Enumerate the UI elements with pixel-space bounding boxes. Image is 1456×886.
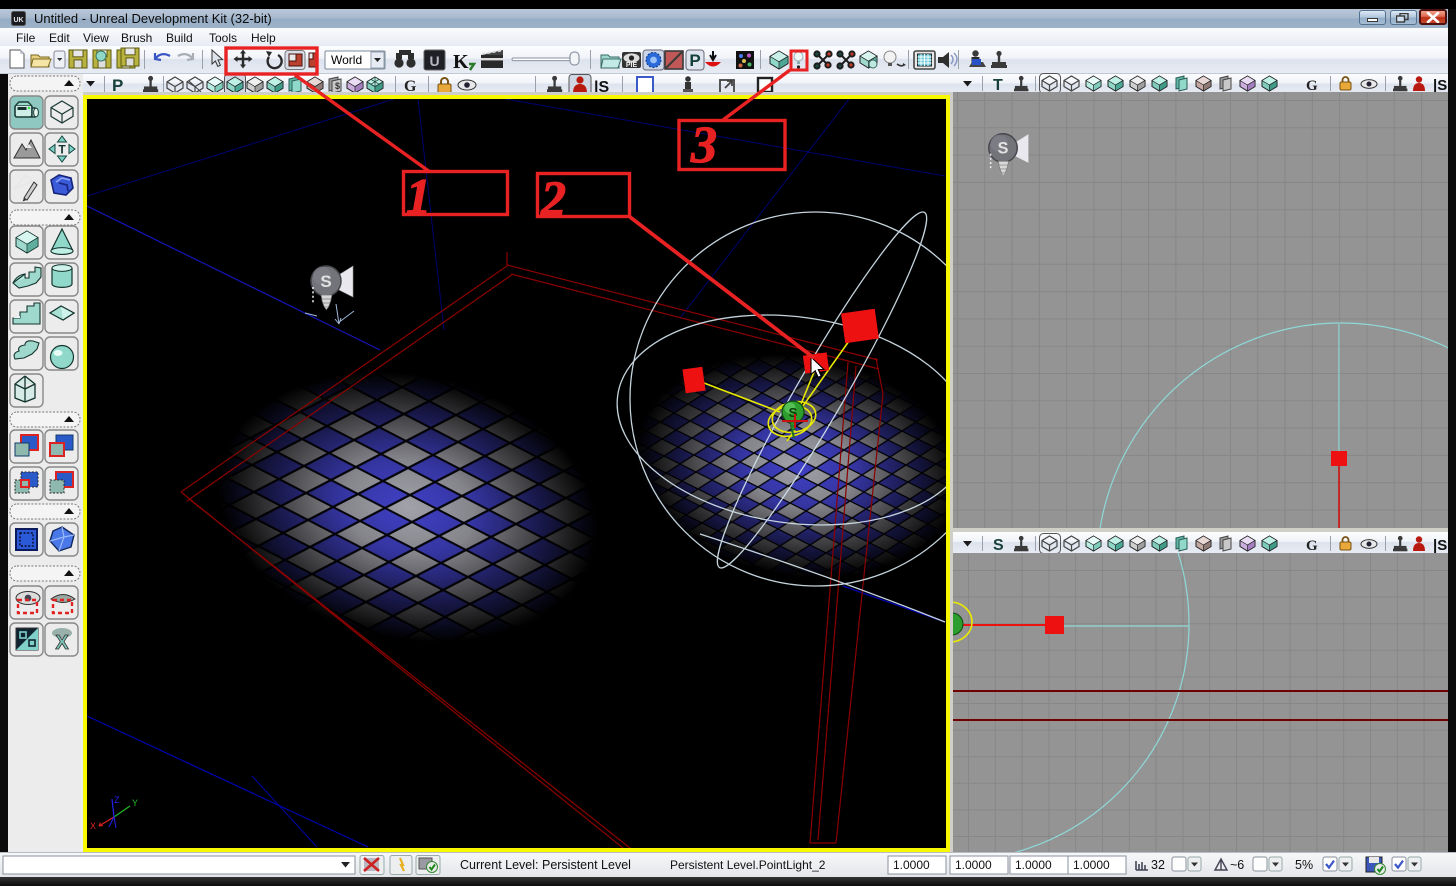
svg-text:2: 2 xyxy=(540,170,566,226)
svg-text:1: 1 xyxy=(406,168,431,224)
svg-text:3: 3 xyxy=(690,117,717,174)
